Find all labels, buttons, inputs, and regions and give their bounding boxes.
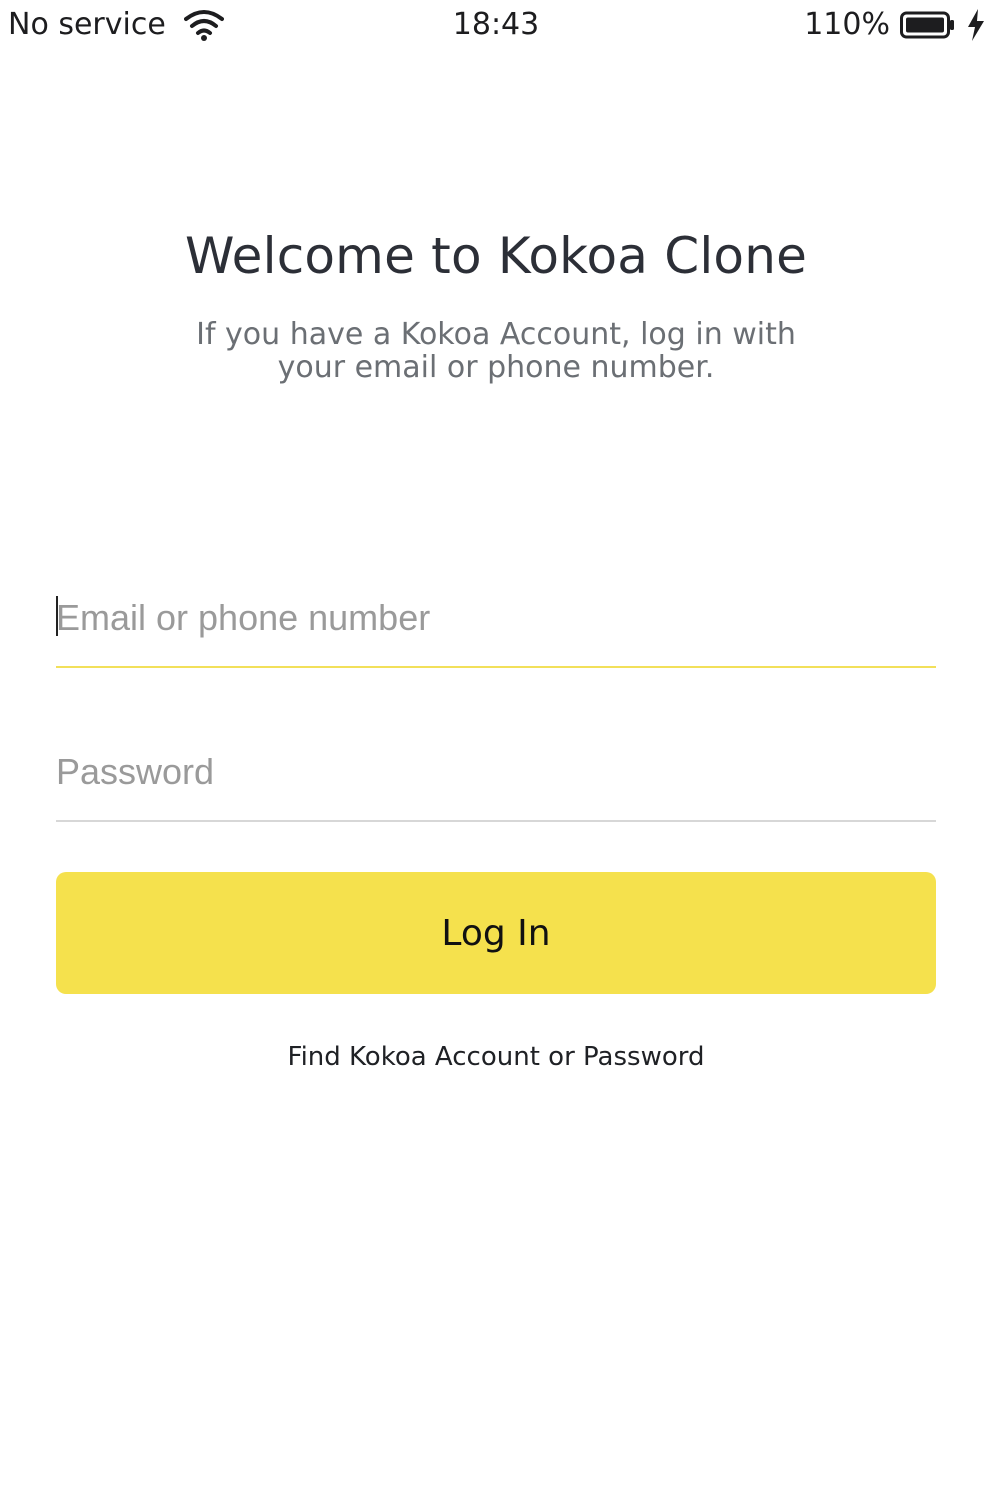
text-cursor [56, 596, 58, 636]
battery-icon [900, 11, 956, 39]
page-subtitle: If you have a Kokoa Account, log in with… [196, 317, 796, 385]
email-underline [56, 666, 936, 668]
login-button[interactable]: Log In [56, 872, 936, 994]
status-bar: No service 18:43 110% [0, 0, 992, 50]
status-right: 110% [804, 6, 986, 44]
password-underline [56, 820, 936, 822]
email-field-wrapper [56, 574, 936, 668]
charging-icon [966, 9, 986, 41]
page-title: Welcome to Kokoa Clone [184, 227, 808, 285]
password-field[interactable] [56, 728, 936, 820]
password-field-wrapper [56, 728, 936, 822]
find-account-link[interactable]: Find Kokoa Account or Password [56, 1042, 936, 1072]
login-screen: No service 18:43 110% Welcome to Kokoa C… [0, 0, 992, 1512]
battery-percent: 110% [804, 7, 890, 42]
email-field[interactable] [56, 574, 936, 666]
login-form: Log In Find Kokoa Account or Password [56, 574, 936, 1072]
